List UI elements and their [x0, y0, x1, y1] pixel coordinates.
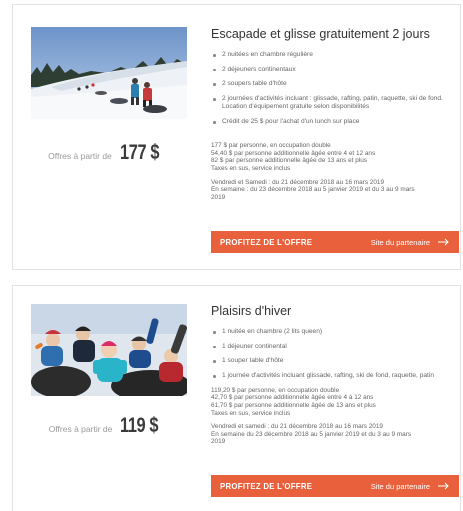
- offer-title: Plaisirs d'hiver: [211, 304, 292, 318]
- pricing-line: 61,70 $ par personne additionnelle âgée …: [211, 402, 376, 409]
- feature-item: 2 soupers table d'hôte: [211, 80, 457, 88]
- pricing-details: 177 $ par personne, en occupation double…: [211, 142, 457, 172]
- date-details: Vendredi et samedi : du 21 décembre 2018…: [211, 423, 457, 446]
- pricing-line: 119,20 $ par personne, en occupation dou…: [211, 386, 340, 394]
- offer-cta-bar: PROFITEZ DE L'OFFRE Site du partenaire: [211, 475, 459, 497]
- offer-cta-bar: PROFITEZ DE L'OFFRE Site du partenaire: [211, 231, 459, 253]
- price-row: Offres à partir de 177 $: [31, 141, 187, 171]
- feature-item: 1 journée d'activités incluant glissade,…: [211, 372, 457, 380]
- feature-item: 1 souper table d'hôte: [211, 357, 457, 365]
- arrow-right-icon: [438, 482, 449, 490]
- offer-card: Offres à partir de 177 $ Escapade et gli…: [12, 4, 461, 270]
- partner-site-link[interactable]: Site du partenaire: [371, 482, 450, 491]
- pricing-details: 119,20 $ par personne, en occupation dou…: [211, 387, 457, 417]
- pricing-line: Taxes en sus, service inclus: [211, 409, 291, 417]
- pricing-line: 42,70 $ par personne additionnelle âgée …: [211, 394, 374, 402]
- pricing-line: Taxes en sus, service inclus: [211, 165, 291, 172]
- date-line: Vendredi et Samedi : du 21 décembre 2018…: [211, 178, 385, 186]
- price-label: Offres à partir de: [48, 424, 113, 434]
- partner-site-label: Site du partenaire: [370, 237, 430, 247]
- offer-image[interactable]: [31, 304, 187, 396]
- offer-image[interactable]: [31, 27, 187, 119]
- feature-item: 2 journées d'activités incluant : glissa…: [211, 95, 457, 111]
- date-line: 2019: [211, 193, 226, 201]
- date-line: En semaine du 23 décembre 2018 au 5 janv…: [211, 430, 412, 438]
- feature-item: 2 nuitées en chambre régulière: [211, 51, 457, 59]
- price-label: Offres à partir de: [48, 151, 112, 161]
- feature-item: 1 nuitée en chambre (2 lits queen): [211, 328, 457, 336]
- feature-item: 1 déjeuner continental: [211, 343, 457, 351]
- pricing-line: 82 $ par personne additionnelle âgée de …: [211, 157, 367, 165]
- feature-item: Crédit de 25 $ pour l'achat d'un lunch s…: [211, 118, 457, 126]
- offer-content: Plaisirs d'hiver 1 nuitée en chambre (2 …: [211, 304, 457, 446]
- price-value: 177 $: [119, 141, 159, 164]
- claim-offer-button[interactable]: PROFITEZ DE L'OFFRE: [220, 237, 312, 247]
- kids-sledding-photo: [31, 304, 187, 396]
- date-details: Vendredi et Samedi : du 21 décembre 2018…: [211, 179, 457, 202]
- price-value: 119 $: [120, 414, 159, 437]
- price-row: Offres à partir de 119 $: [31, 414, 187, 444]
- date-line: En semaine : du 23 décembre 2018 au 5 ja…: [211, 186, 415, 194]
- snow-tubing-photo: [31, 27, 187, 119]
- partner-site-link[interactable]: Site du partenaire: [371, 238, 450, 247]
- offer-content: Escapade et glisse gratuitement 2 jours …: [211, 27, 457, 201]
- feature-list: 2 nuitées en chambre régulière 2 déjeune…: [211, 51, 457, 126]
- offer-card: Offres à partir de 119 $ Plaisirs d'hive…: [12, 285, 461, 511]
- arrow-right-icon: [438, 238, 449, 246]
- feature-list: 1 nuitée en chambre (2 lits queen) 1 déj…: [211, 328, 457, 380]
- claim-offer-button[interactable]: PROFITEZ DE L'OFFRE: [220, 481, 312, 491]
- pricing-line: 54,40 $ par personne additionnelle âgée …: [211, 149, 376, 157]
- partner-site-label: Site du partenaire: [370, 481, 430, 491]
- date-line: Vendredi et samedi : du 21 décembre 2018…: [211, 423, 383, 431]
- offer-title: Escapade et glisse gratuitement 2 jours: [211, 27, 430, 41]
- date-line: 2019: [211, 438, 226, 446]
- feature-item: 2 déjeuners continentaux: [211, 66, 457, 74]
- pricing-line: 177 $ par personne, en occupation double: [211, 142, 331, 150]
